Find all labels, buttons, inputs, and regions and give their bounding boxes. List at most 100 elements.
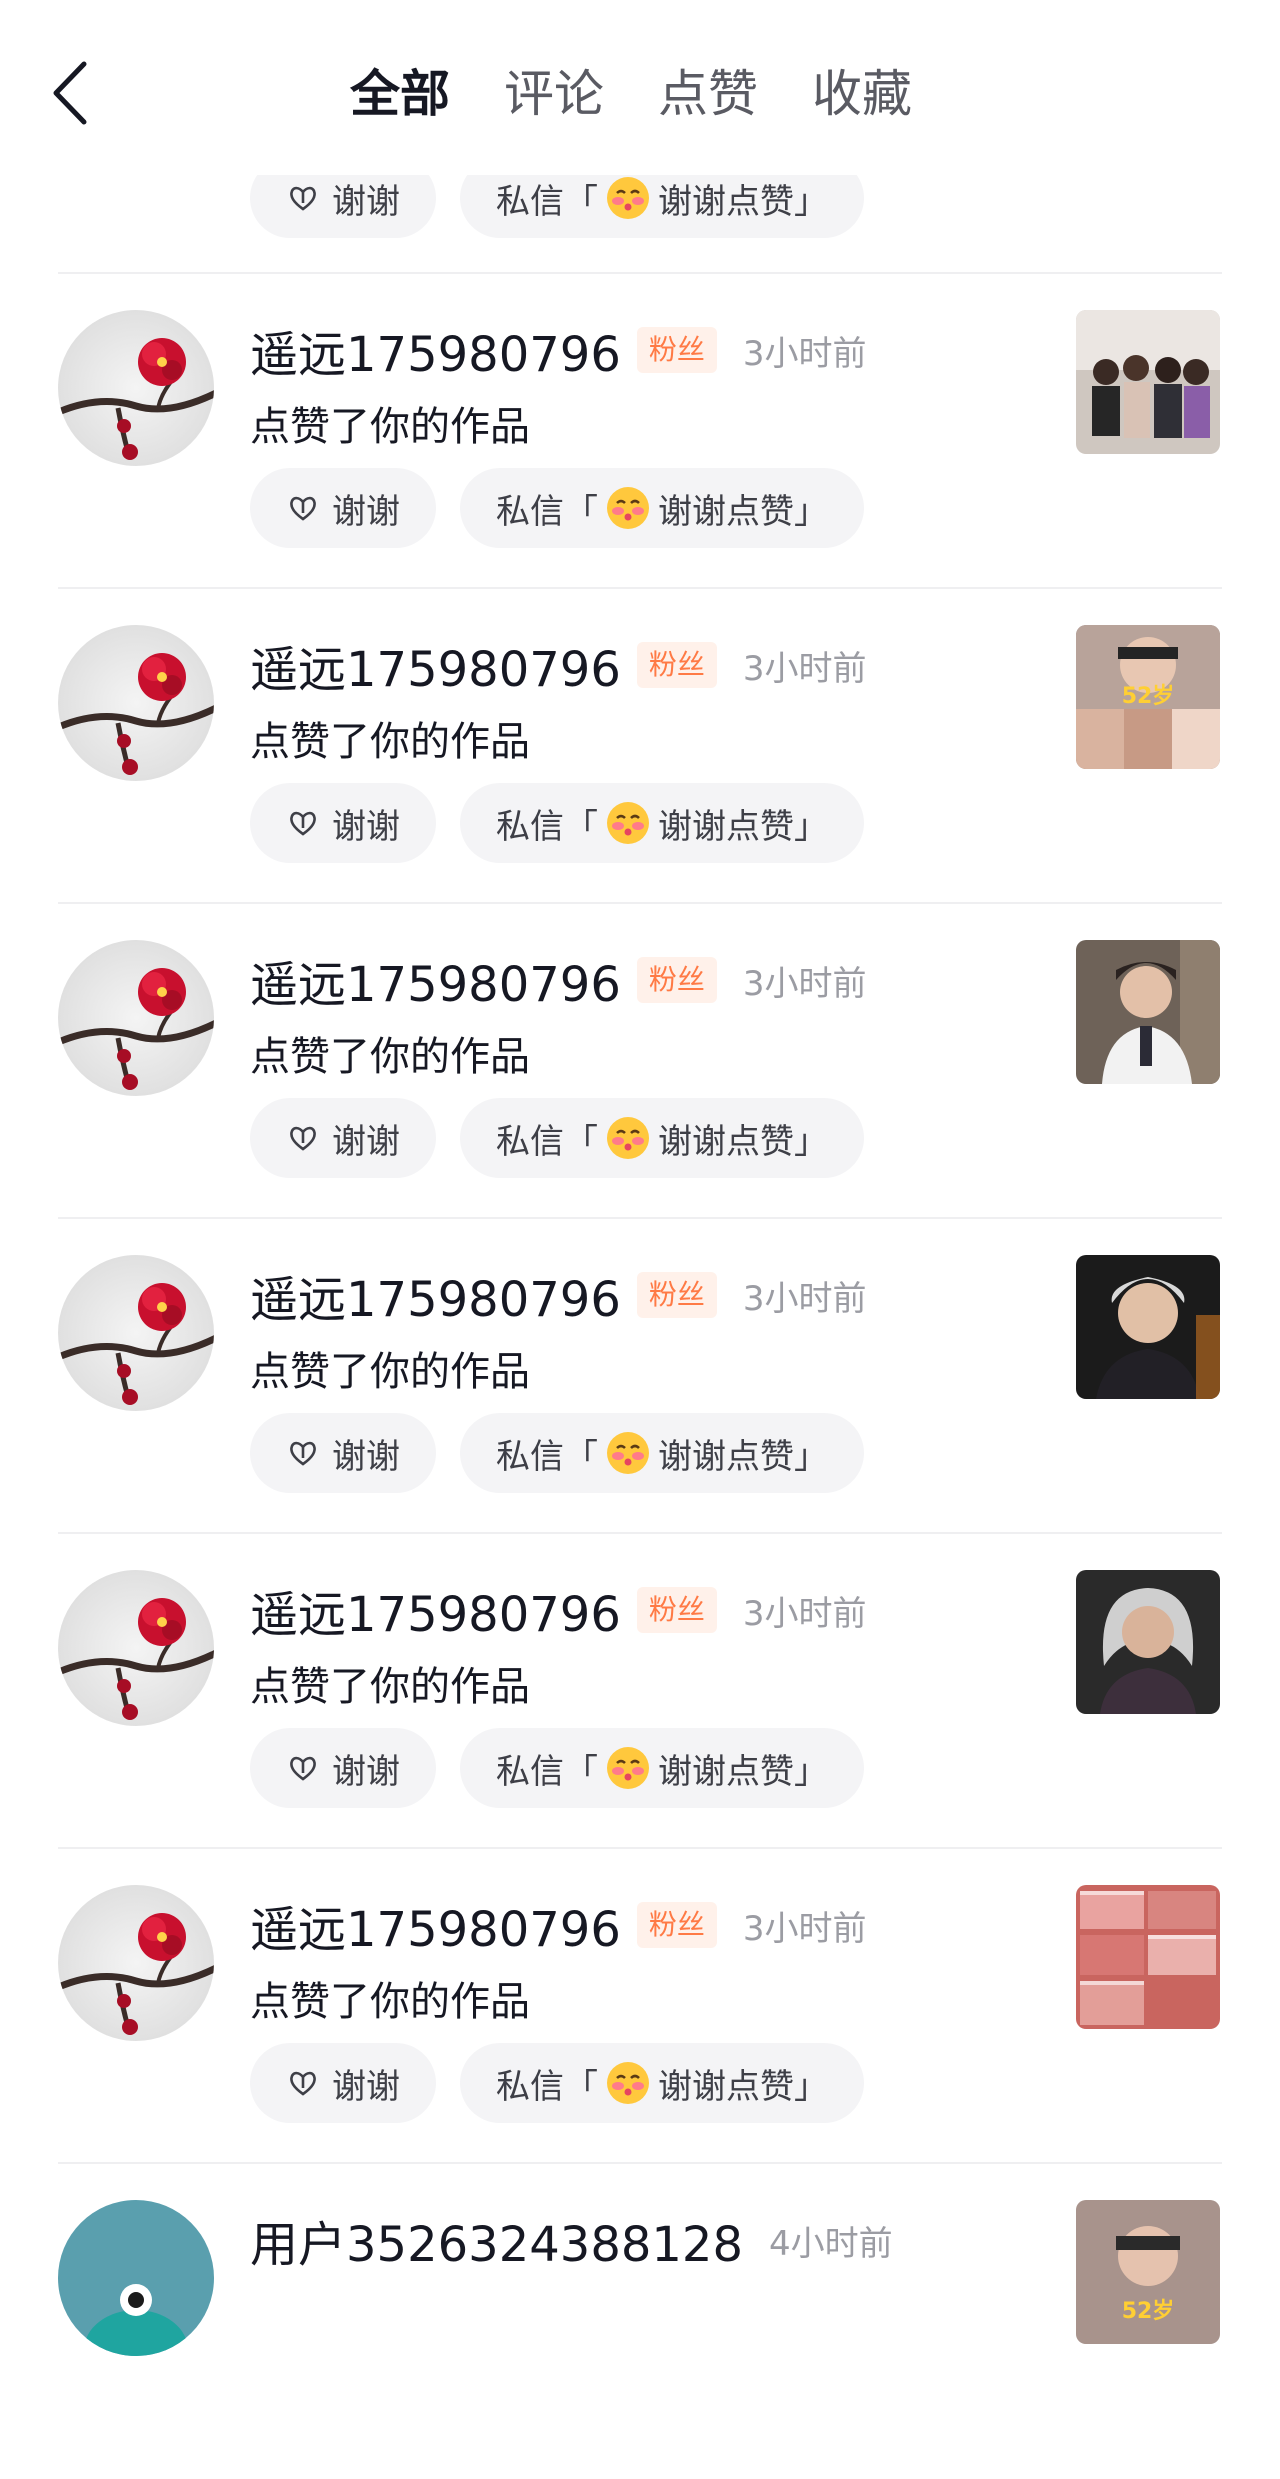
video-thumbnail[interactable]: 52岁 — [1076, 2200, 1220, 2344]
heart-hands-icon — [286, 1436, 320, 1470]
user-name[interactable]: 遥远175980796 — [250, 315, 621, 385]
list-item[interactable]: 用户3526324388128 4小时前 52岁 — [0, 2164, 1280, 2479]
dm-text: 谢谢点赞」 — [658, 491, 828, 532]
dm-prefix: 私信「 — [496, 181, 598, 222]
name-line: 遥远175980796 粉丝 3小时前 — [250, 1887, 867, 1963]
avatar[interactable] — [58, 625, 214, 781]
action-text: 点赞了你的作品 — [250, 1979, 530, 2025]
thanks-label: 谢谢 — [332, 491, 400, 532]
video-thumbnail[interactable] — [1076, 1570, 1220, 1714]
thanks-button[interactable]: 谢谢 — [250, 783, 436, 863]
user-name[interactable]: 遥远175980796 — [250, 1890, 621, 1960]
timestamp: 3小时前 — [742, 333, 867, 374]
tab-comments[interactable]: 评论 — [504, 60, 604, 128]
thumb-age-label: 52岁 — [1122, 683, 1175, 709]
quick-actions: 谢谢 私信「 谢谢点赞」 — [250, 783, 888, 863]
thanks-button[interactable]: 谢谢 — [250, 1098, 436, 1178]
heart-hands-icon — [286, 181, 320, 215]
dm-text: 谢谢点赞」 — [658, 2066, 828, 2107]
user-name[interactable]: 遥远175980796 — [250, 1260, 621, 1330]
dm-prefix: 私信「 — [496, 1751, 598, 1792]
dm-prefix: 私信「 — [496, 491, 598, 532]
avatar[interactable] — [58, 2200, 214, 2356]
dm-prefix: 私信「 — [496, 806, 598, 847]
avatar[interactable] — [58, 1570, 214, 1726]
video-thumbnail[interactable] — [1076, 1255, 1220, 1399]
name-line: 遥远175980796 粉丝 3小时前 — [250, 627, 867, 703]
dm-text: 谢谢点赞」 — [658, 1121, 828, 1162]
fan-badge: 粉丝 — [636, 957, 717, 1003]
user-name[interactable]: 用户3526324388128 — [250, 2205, 743, 2275]
quick-actions: 谢谢 私信「 谢谢点赞」 — [250, 468, 888, 548]
user-name[interactable]: 遥远175980796 — [250, 945, 621, 1015]
thanks-button[interactable]: 谢谢 — [250, 1728, 436, 1808]
blush-emoji-icon — [604, 2059, 652, 2107]
action-text: 点赞了你的作品 — [250, 719, 530, 765]
tab-bar: 全部 评论 点赞 收藏 — [350, 60, 966, 128]
top-header: 全部 评论 点赞 收藏 — [0, 0, 1280, 175]
blush-emoji-icon — [604, 1429, 652, 1477]
fan-badge: 粉丝 — [636, 1272, 717, 1318]
list-item[interactable]: 遥远175980796 粉丝 3小时前点赞了你的作品谢谢 私信「 谢谢点赞」 — [0, 274, 1280, 589]
fan-badge: 粉丝 — [636, 1902, 717, 1948]
dm-text: 谢谢点赞」 — [658, 1436, 828, 1477]
list-item[interactable]: 遥远175980796 粉丝 3小时前点赞了你的作品谢谢 私信「 谢谢点赞」 — [0, 1534, 1280, 1849]
action-text: 点赞了你的作品 — [250, 404, 530, 450]
quick-actions: 谢谢 私信「 谢谢点赞」 — [250, 1098, 888, 1178]
thanks-button[interactable]: 谢谢 — [250, 1413, 436, 1493]
timestamp: 3小时前 — [742, 1278, 867, 1319]
tab-favorites[interactable]: 收藏 — [812, 60, 912, 128]
list-item[interactable]: 遥远175980796 粉丝 3小时前点赞了你的作品谢谢 私信「 谢谢点赞」 52岁 — [0, 589, 1280, 904]
dm-thanks-button[interactable]: 私信「 谢谢点赞」 — [460, 1098, 864, 1178]
list-item[interactable]: 遥远175980796 粉丝 3小时前 点赞了你的作品 谢谢 私信「 谢谢点赞」 — [0, 1849, 1280, 2164]
quick-actions: 谢谢 私信「 谢谢点赞」 — [250, 1413, 888, 1493]
back-arrow-icon[interactable] — [44, 58, 100, 128]
name-line: 遥远175980796 粉丝 3小时前 — [250, 1257, 867, 1333]
dm-thanks-button[interactable]: 私信「 谢谢点赞」 — [460, 2043, 864, 2123]
action-text: 点赞了你的作品 — [250, 1664, 530, 1710]
timestamp: 3小时前 — [742, 963, 867, 1004]
heart-hands-icon — [286, 491, 320, 525]
heart-hands-icon — [286, 1121, 320, 1155]
dm-prefix: 私信「 — [496, 2066, 598, 2107]
fan-badge: 粉丝 — [636, 642, 717, 688]
fan-badge: 粉丝 — [636, 1587, 717, 1633]
video-thumbnail[interactable] — [1076, 310, 1220, 454]
thanks-label: 谢谢 — [332, 1751, 400, 1792]
name-line: 遥远175980796 粉丝 3小时前 — [250, 312, 867, 388]
video-thumbnail[interactable]: 52岁 — [1076, 625, 1220, 769]
tab-likes[interactable]: 点赞 — [658, 60, 758, 128]
blush-emoji-icon — [604, 1114, 652, 1162]
user-name[interactable]: 遥远175980796 — [250, 630, 621, 700]
thumb-age-label: 52岁 — [1122, 2298, 1175, 2324]
dm-thanks-button[interactable]: 私信「 谢谢点赞」 — [460, 468, 864, 548]
dm-thanks-button[interactable]: 私信「 谢谢点赞」 — [460, 783, 864, 863]
avatar[interactable] — [58, 1885, 214, 2041]
avatar[interactable] — [58, 310, 214, 466]
dm-thanks-button[interactable]: 私信「 谢谢点赞」 — [460, 1728, 864, 1808]
list-item[interactable]: 遥远175980796 粉丝 3小时前 点赞了你的作品 谢谢 私信「 谢谢点赞」 — [0, 1219, 1280, 1534]
timestamp: 3小时前 — [742, 1593, 867, 1634]
thanks-label: 谢谢 — [332, 1121, 400, 1162]
tab-all[interactable]: 全部 — [350, 60, 450, 128]
thanks-button[interactable]: 谢谢 — [250, 2043, 436, 2123]
dm-text: 谢谢点赞」 — [658, 806, 828, 847]
name-line: 遥远175980796 粉丝 3小时前 — [250, 942, 867, 1018]
blush-emoji-icon — [604, 1744, 652, 1792]
video-thumbnail[interactable] — [1076, 1885, 1220, 2029]
dm-thanks-button[interactable]: 私信「 谢谢点赞」 — [460, 1413, 864, 1493]
heart-hands-icon — [286, 2066, 320, 2100]
thanks-label: 谢谢 — [332, 806, 400, 847]
list-item[interactable]: 遥远175980796 粉丝 3小时前点赞了你的作品谢谢 私信「 谢谢点赞」 — [0, 904, 1280, 1219]
timestamp: 4小时前 — [769, 2223, 893, 2264]
timestamp: 3小时前 — [742, 648, 867, 689]
dm-text: 谢谢点赞」 — [658, 1751, 828, 1792]
name-line: 遥远175980796 粉丝 3小时前 — [250, 1572, 867, 1648]
action-text: 点赞了你的作品 — [250, 1034, 530, 1080]
avatar[interactable] — [58, 1255, 214, 1411]
quick-actions: 谢谢 私信「 谢谢点赞」 — [250, 1728, 888, 1808]
avatar[interactable] — [58, 940, 214, 1096]
thanks-button[interactable]: 谢谢 — [250, 468, 436, 548]
video-thumbnail[interactable] — [1076, 940, 1220, 1084]
user-name[interactable]: 遥远175980796 — [250, 1575, 621, 1645]
